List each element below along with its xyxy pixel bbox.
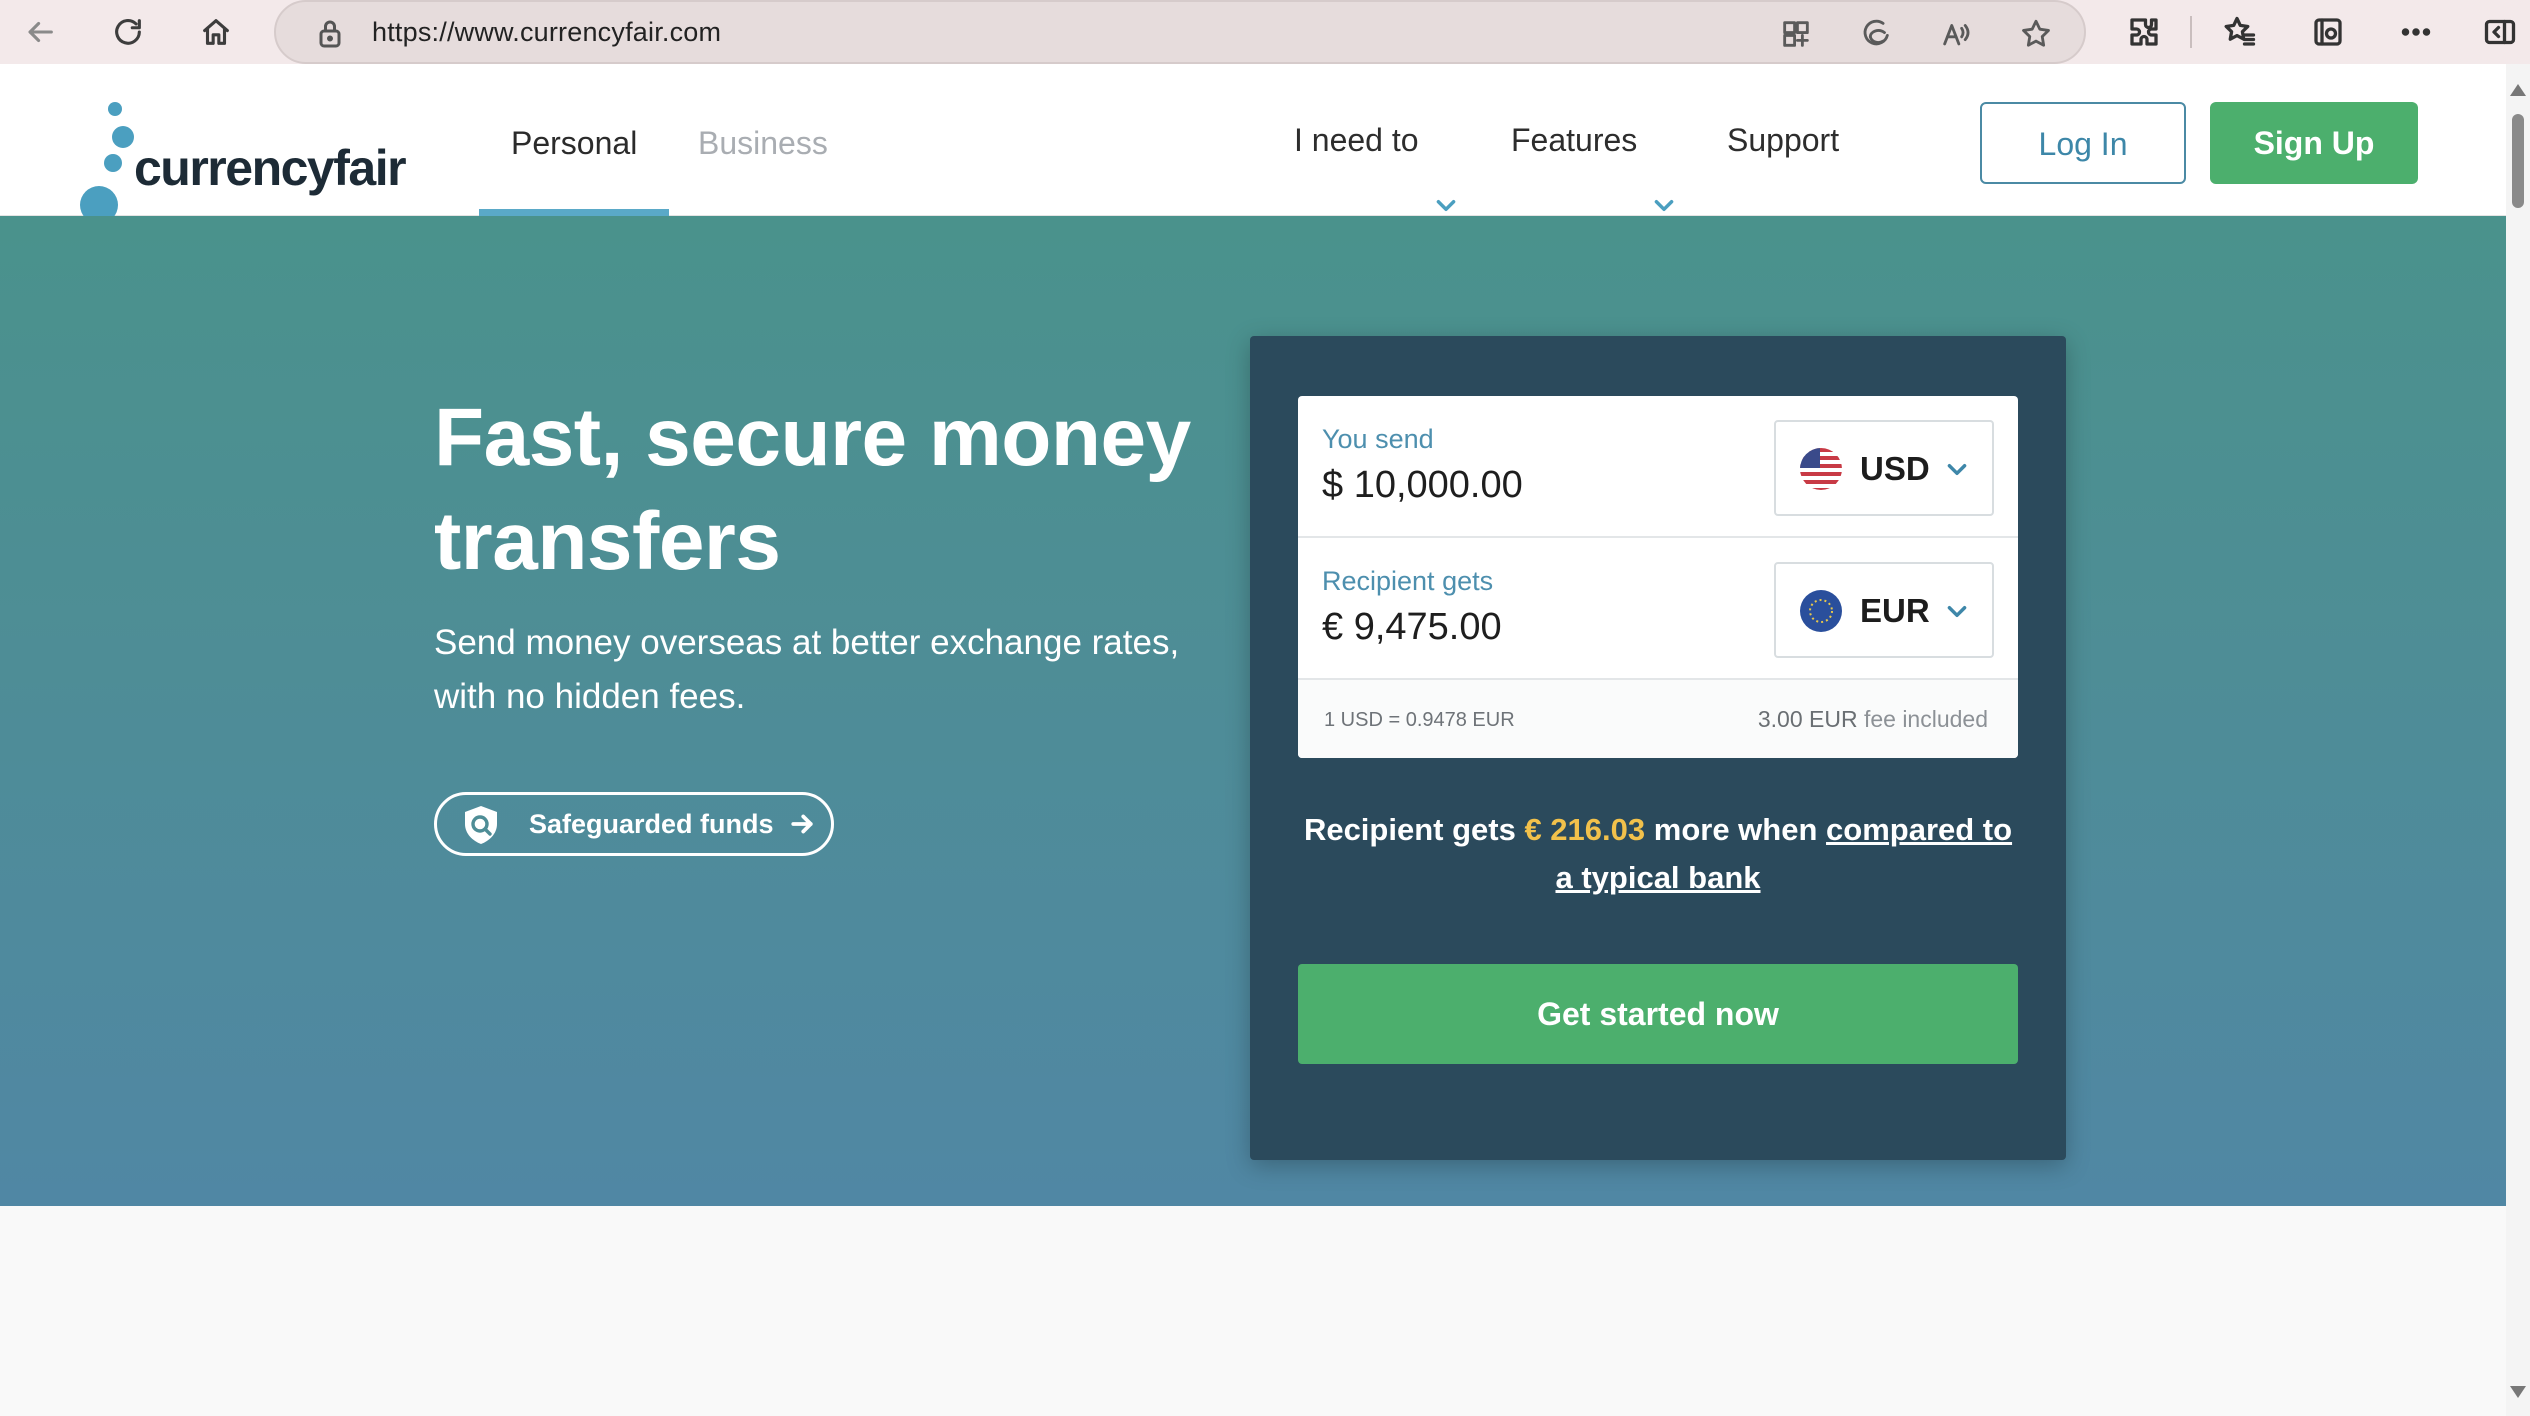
menu-label: Features [1511,122,1638,158]
sidebar-toggle-icon[interactable] [2478,12,2522,52]
savings-message: Recipient gets € 216.03 more when compar… [1298,806,2018,902]
scrollbar-thumb[interactable] [2512,114,2524,208]
safeguarded-funds-label: Safeguarded funds [529,809,774,839]
eu-flag-icon [1800,590,1842,632]
arrow-right-icon [787,809,817,839]
home-icon[interactable] [192,8,240,56]
send-caption: You send [1322,424,1434,454]
receive-currency-select[interactable]: EUR [1774,562,1994,658]
tab-business[interactable]: Business [666,64,860,216]
chevron-down-icon [1944,598,1970,624]
exchange-rate: 1 USD = 0.9478 EUR [1324,709,1515,731]
address-bar[interactable]: https://www.currencyfair.com [274,0,2086,64]
page-scrollbar[interactable] [2506,64,2530,1416]
chevron-down-icon [1433,128,1457,212]
chevron-down-icon [1944,456,1970,482]
extensions-icon[interactable] [2122,12,2166,52]
send-currency-select[interactable]: USD [1774,420,1994,516]
send-row: You send $ 10,000.00 USD [1298,396,2018,538]
lock-icon[interactable] [312,16,348,52]
fee-info: 3.00 EUR fee included [1758,680,1988,758]
logo-wordmark: currencyfair [134,140,407,196]
menu-label: Support [1727,122,1840,158]
browser-toolbar: https://www.currencyfair.com [0,0,2530,64]
menu-features[interactable]: Features [1511,64,1675,216]
logo-dot [112,126,134,148]
hero-section: Fast, secure money transfers Send money … [0,216,2506,1206]
savings-middle: more when [1653,812,1818,847]
receive-row: Recipient gets € 9,475.00 EUR [1298,538,2018,680]
currency-converter: You send $ 10,000.00 USD Recipient gets … [1298,396,2018,758]
refresh-icon[interactable] [104,8,152,56]
back-icon[interactable] [16,8,64,56]
logo-dot [108,102,122,116]
toolbar-divider [2190,16,2192,48]
hero-subtitle: Send money overseas at better exchange r… [434,623,1180,716]
get-started-button[interactable]: Get started now [1298,964,2018,1064]
menu-i-need-to[interactable]: I need to [1294,64,1457,216]
receive-caption: Recipient gets [1322,566,1494,596]
savings-prefix: Recipient gets [1303,812,1516,847]
safeguarded-funds-button[interactable]: Safeguarded funds [434,792,834,856]
shield-icon [461,804,501,846]
scroll-down-icon[interactable] [2510,1386,2526,1398]
receive-currency-code: EUR [1860,592,1930,629]
url-text[interactable]: https://www.currencyfair.com [372,2,721,62]
menu-support[interactable]: Support [1727,64,1839,216]
receive-amount-input[interactable]: € 9,475.00 [1322,606,1502,649]
favorites-icon[interactable] [2218,12,2262,52]
favorite-star-icon[interactable] [2016,14,2056,54]
more-options-icon[interactable] [2394,12,2438,52]
send-amount-input[interactable]: $ 10,000.00 [1322,464,1523,507]
read-aloud-icon[interactable] [1936,14,1976,54]
savings-value: € 216.03 [1524,812,1646,847]
fee-amount: 3.00 EUR [1757,706,1858,732]
send-currency-code: USD [1860,450,1930,487]
edge-icon[interactable] [1856,14,1896,54]
logo-dot [104,154,122,172]
collections-icon[interactable] [2306,12,2350,52]
scroll-up-icon[interactable] [2510,84,2526,96]
tab-personal[interactable]: Personal [479,64,670,216]
us-flag-icon [1800,448,1842,490]
site-header: currencyfair Personal Business I need to… [0,64,2506,224]
hero-title: Fast, secure money transfers [434,392,1191,587]
login-button[interactable]: Log In [1980,102,2186,184]
converter-card: You send $ 10,000.00 USD Recipient gets … [1250,336,2066,1160]
rate-row: 1 USD = 0.9478 EUR 3.00 EUR fee included [1298,680,2018,758]
fee-suffix: fee included [1863,706,1988,732]
app-available-icon[interactable] [1776,14,1816,54]
currencyfair-logo[interactable]: currencyfair [78,94,407,224]
menu-label: I need to [1294,122,1419,158]
chevron-down-icon [1651,128,1675,212]
below-fold-section [0,1206,2506,1416]
signup-button[interactable]: Sign Up [2210,102,2418,184]
